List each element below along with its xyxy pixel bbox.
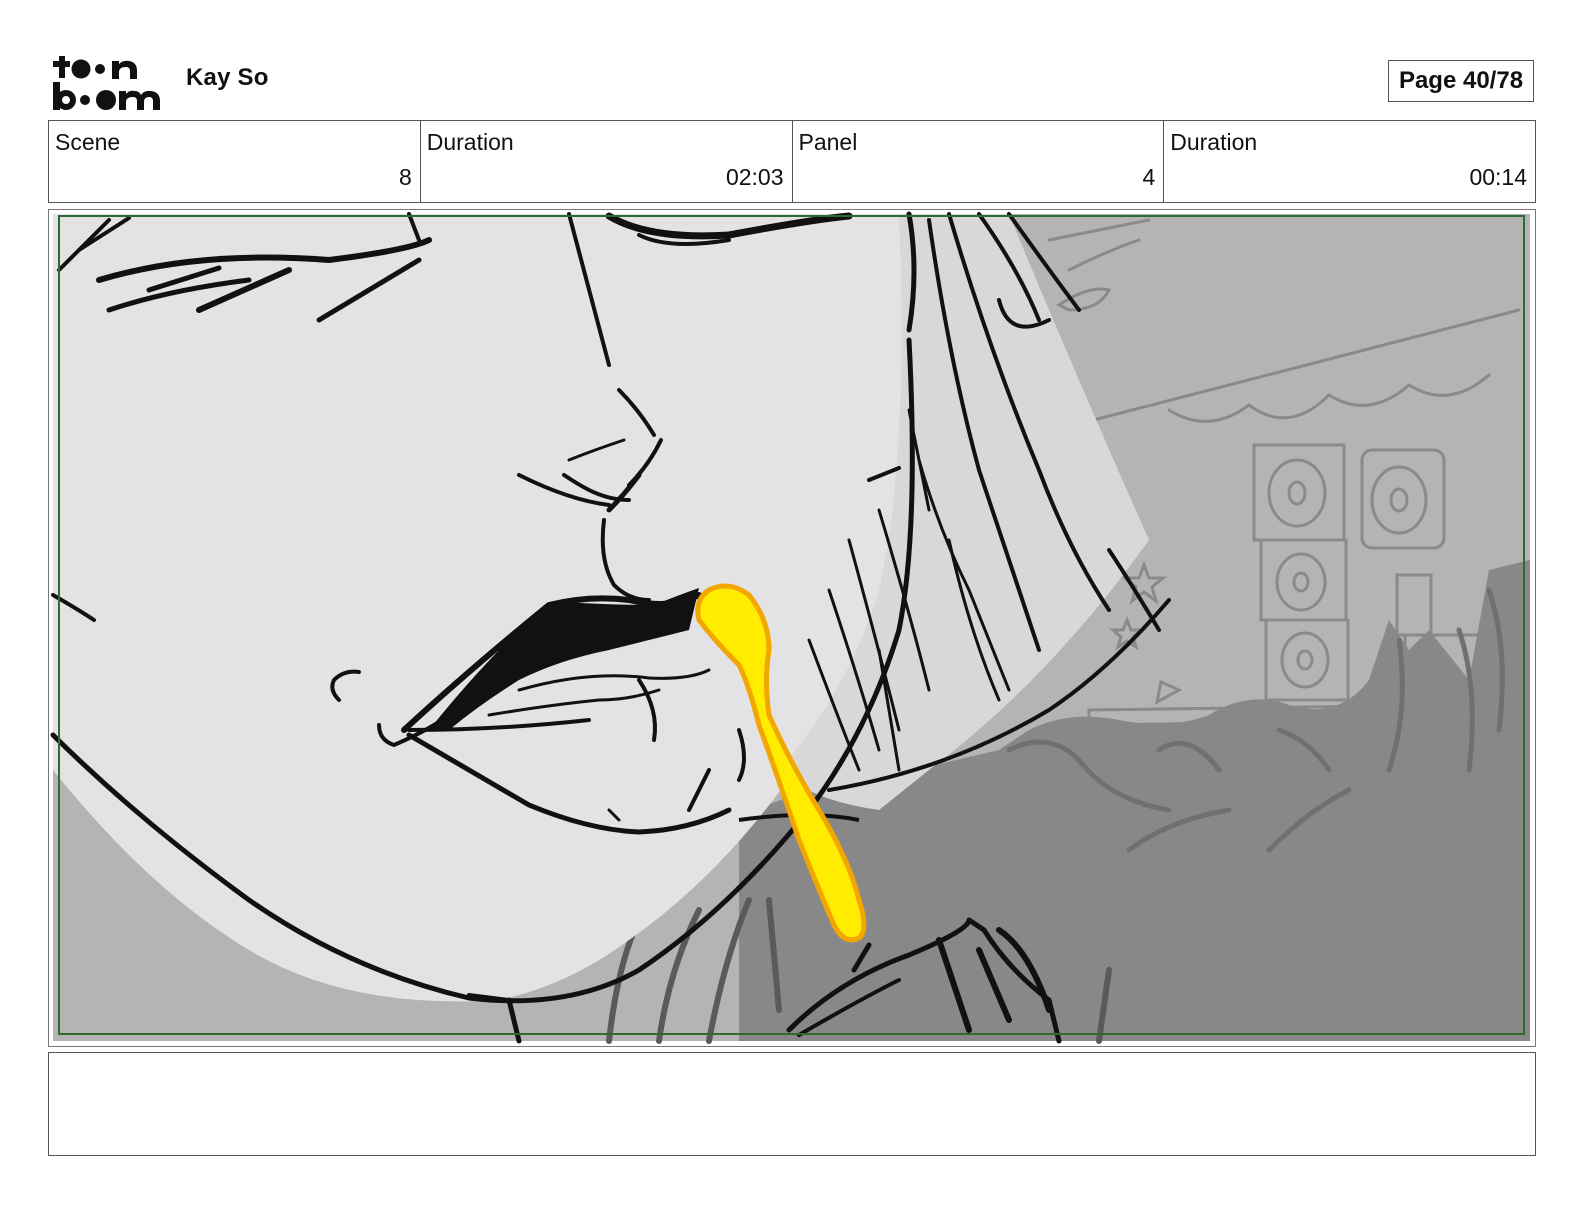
- panel-value: 4: [1142, 164, 1156, 190]
- scene-info-table: Scene 8 Duration 02:03 Panel 4 Duration …: [48, 120, 1536, 203]
- panel-duration-cell: Duration 00:14: [1164, 121, 1535, 202]
- panel-duration-label: Duration: [1170, 129, 1258, 155]
- panel-duration-value: 00:14: [1469, 164, 1527, 190]
- panel-cell: Panel 4: [793, 121, 1165, 202]
- panel-label: Panel: [798, 129, 858, 155]
- panel-notes: [48, 1052, 1536, 1156]
- author-name: Kay So: [186, 64, 269, 91]
- panel-drawing: DJ: [50, 211, 1530, 1044]
- scene-duration-value: 02:03: [725, 164, 784, 190]
- scene-label: Scene: [55, 129, 121, 155]
- scene-duration-cell: Duration 02:03: [421, 121, 793, 202]
- scene-cell: Scene 8: [49, 121, 421, 202]
- page-indicator: Page 40/78: [1388, 60, 1534, 102]
- toon-boom-logo: [50, 50, 165, 114]
- scene-value: 8: [398, 164, 412, 190]
- scene-duration-label: Duration: [426, 129, 514, 155]
- storyboard-panel: DJ: [48, 209, 1536, 1047]
